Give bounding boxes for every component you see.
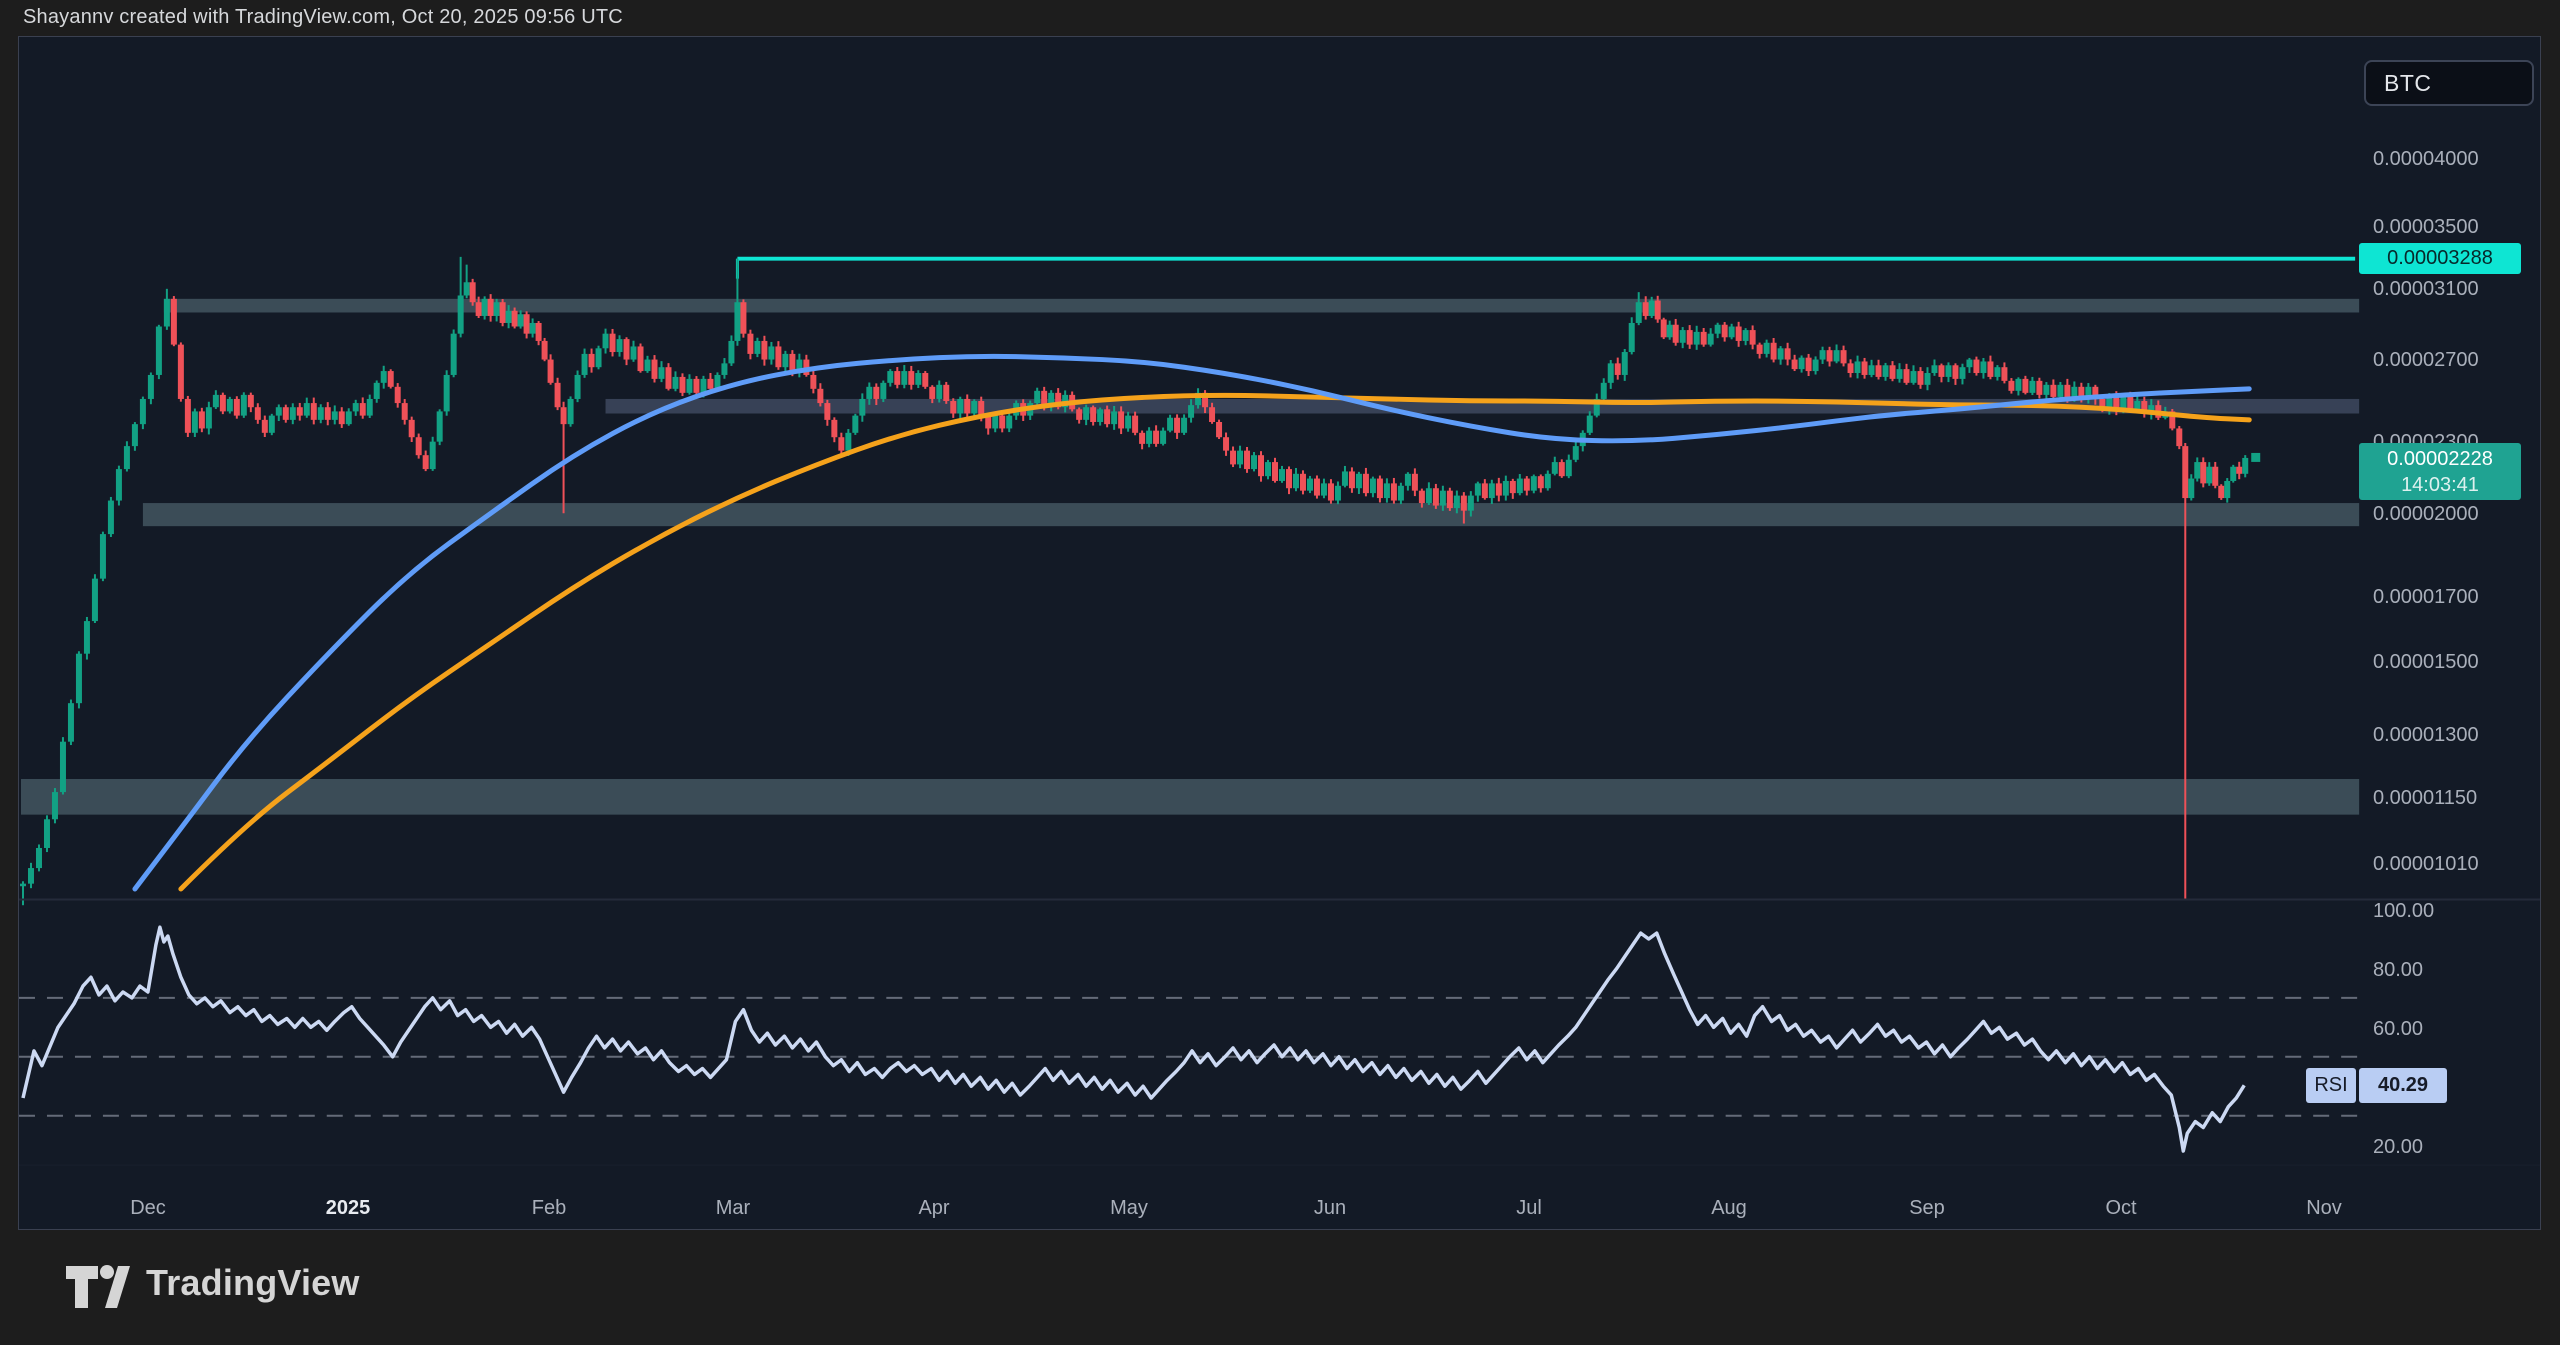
- time-axis-label-nov: Nov: [2306, 1195, 2342, 1221]
- quote-currency-badge[interactable]: BTC: [2364, 60, 2534, 106]
- support-zone-0.0000115: [21, 779, 2359, 815]
- candle-countdown: 14:03:41: [2359, 472, 2521, 498]
- price-axis-label: 0.00003100: [2373, 276, 2479, 302]
- ma-slow-line: [181, 395, 2249, 889]
- time-axis-label-jun: Jun: [1314, 1195, 1346, 1221]
- rsi-axis-label: 20.00: [2373, 1134, 2423, 1160]
- price-axis-label: 0.00003500: [2373, 214, 2479, 240]
- resistance-price-value: 0.00003288: [2387, 247, 2493, 269]
- last-price-label: 0.00002228 14:03:41: [2359, 443, 2521, 500]
- time-axis-label-2025: 2025: [326, 1195, 371, 1221]
- tradingview-wordmark: TradingView: [146, 1262, 360, 1304]
- price-axis-label: 0.00001010: [2373, 851, 2479, 877]
- time-axis-label-sep: Sep: [1909, 1195, 1945, 1221]
- rsi-axis-label: 80.00: [2373, 957, 2423, 983]
- resistance-line[interactable]: [737, 259, 2355, 279]
- time-axis-label-apr: Apr: [918, 1195, 949, 1221]
- rsi-line: [23, 927, 2244, 1151]
- time-axis-label-mar: Mar: [716, 1195, 750, 1221]
- quote-currency-label: BTC: [2384, 62, 2432, 104]
- rsi-axis-label: 100.00: [2373, 898, 2434, 924]
- time-axis-label-feb: Feb: [532, 1195, 566, 1221]
- price-axis-label: 0.00001500: [2373, 649, 2479, 675]
- price-axis-label: 0.00002700: [2373, 347, 2479, 373]
- chart-header: Shayannv created with TradingView.com, O…: [0, 0, 2560, 36]
- rsi-indicator-name: RSI: [2314, 1074, 2347, 1096]
- time-axis-label-oct: Oct: [2105, 1195, 2136, 1221]
- tradingview-logo-icon: [64, 1256, 130, 1310]
- footer: TradingView: [0, 1230, 2560, 1345]
- price-axis-label: 0.00001300: [2373, 722, 2479, 748]
- price-axis-label: 0.00002000: [2373, 501, 2479, 527]
- last-price-value: 0.00002228: [2359, 446, 2521, 472]
- time-axis-label-aug: Aug: [1711, 1195, 1747, 1221]
- resistance-price-label: 0.00003288: [2359, 243, 2521, 274]
- price-zones: [21, 299, 2359, 815]
- rsi-value-label: 40.29: [2359, 1068, 2447, 1103]
- price-axis-label: 0.00001700: [2373, 584, 2479, 610]
- chart-panel[interactable]: 0.00004000 0.00003500 0.00003100 0.00002700…: [18, 36, 2541, 1230]
- rsi-indicator-label[interactable]: RSI: [2306, 1068, 2356, 1103]
- time-axis-label-may: May: [1110, 1195, 1148, 1221]
- tradingview-logo[interactable]: TradingView: [64, 1256, 360, 1310]
- chart-canvas[interactable]: [19, 37, 2540, 1229]
- time-axis-label-jul: Jul: [1516, 1195, 1542, 1221]
- rsi-axis-label: 60.00: [2373, 1016, 2423, 1042]
- rsi-value: 40.29: [2378, 1074, 2428, 1096]
- last-close-marker: [2251, 453, 2260, 462]
- tradingview-screenshot: Shayannv created with TradingView.com, O…: [0, 0, 2560, 1345]
- time-axis-label-dec: Dec: [130, 1195, 166, 1221]
- chart-attribution: Shayannv created with TradingView.com, O…: [23, 6, 623, 29]
- price-axis-label: 0.00001150: [2373, 785, 2477, 811]
- price-axis-label: 0.00004000: [2373, 146, 2479, 172]
